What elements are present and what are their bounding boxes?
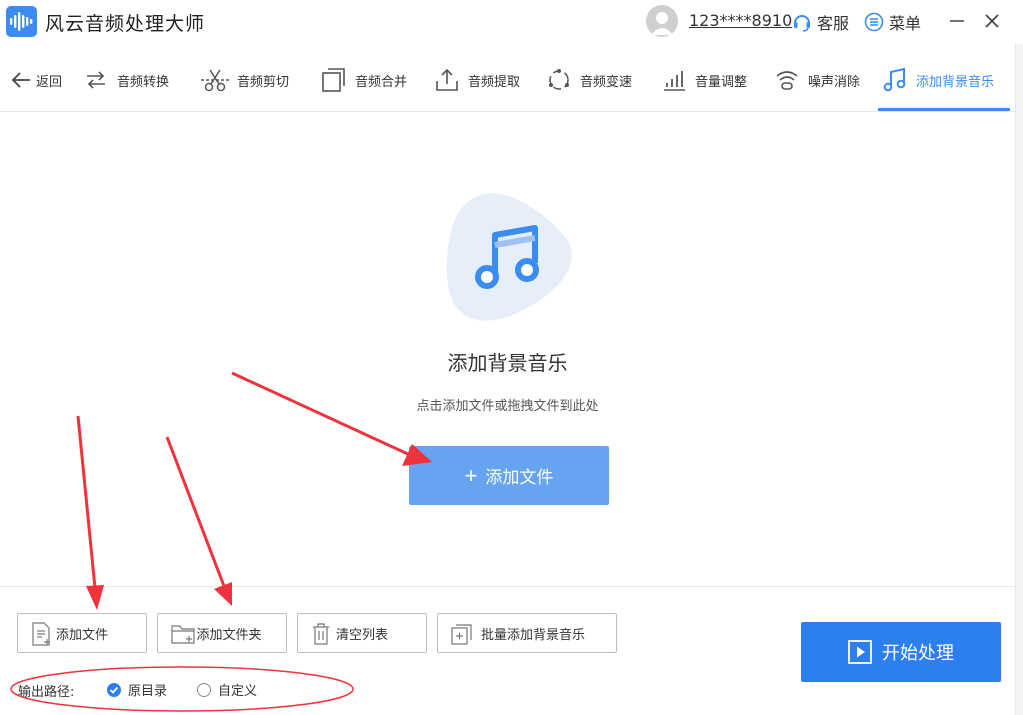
noise-wave-icon — [776, 71, 798, 90]
divider — [0, 586, 1015, 587]
nav-item-audio-extract[interactable]: 音频提取 — [434, 48, 520, 112]
volume-bars-icon — [664, 71, 685, 91]
add-file-label: 添加文件 — [55, 627, 108, 643]
radio-checked-icon — [107, 682, 121, 697]
username-link[interactable]: 123****8910 — [689, 11, 792, 30]
add-file-main-label: 添加文件 — [485, 468, 554, 487]
nav-item-audio-speed[interactable]: 音频变速 — [546, 48, 632, 112]
speed-icon — [549, 69, 569, 90]
arrow-left-icon — [11, 72, 30, 88]
merge-icon — [322, 68, 345, 92]
music-note-icon — [883, 67, 906, 92]
audio-convert-icon — [87, 71, 105, 89]
menu-icon — [864, 12, 884, 32]
start-processing-button[interactable]: 开始处理 — [801, 622, 1001, 682]
nav-item-audio-cut[interactable]: 音频剪切 — [201, 48, 289, 112]
start-processing-label: 开始处理 — [882, 643, 954, 663]
drop-area-title: 添加背景音乐 — [447, 351, 568, 375]
music-note-icon — [446, 193, 572, 321]
app-title: 风云音频处理大师 — [45, 13, 206, 35]
menu-label: 菜单 — [889, 14, 922, 33]
add-folder-button[interactable]: 添加文件夹 — [157, 613, 287, 653]
nav-label: 音频剪切 — [237, 74, 290, 90]
back-button[interactable]: 返回 — [10, 48, 62, 112]
clear-list-button[interactable]: 清空列表 — [297, 613, 427, 653]
drop-area-hint: 点击添加文件或拖拽文件到此处 — [416, 399, 599, 414]
annotation-arrow — [165, 436, 232, 606]
music-illustration — [445, 190, 575, 329]
nav-item-add-bgm[interactable]: 添加背景音乐 — [882, 48, 994, 112]
user-avatar-icon — [651, 12, 673, 35]
add-file-main-button[interactable]: + 添加文件 — [409, 446, 609, 505]
customer-service-label: 客服 — [817, 14, 850, 33]
title-bar: 风云音频处理大师 123****8910 客服 菜单 — [0, 0, 1023, 44]
minimize-button[interactable] — [945, 9, 969, 33]
clear-list-label: 清空列表 — [335, 627, 388, 643]
app-logo-icon — [6, 6, 37, 37]
app-window: 风云音频处理大师 123****8910 客服 菜单 返回 音频转换 音频剪切 … — [0, 0, 1023, 715]
output-path-label: 输出路径: — [18, 685, 75, 700]
add-file-button[interactable]: 添加文件 — [17, 613, 147, 653]
plus-icon: + — [464, 462, 478, 488]
nav-label: 音频提取 — [468, 74, 521, 90]
nav-label: 音频变速 — [580, 74, 633, 90]
menu-button[interactable]: 菜单 — [864, 10, 921, 34]
nav-item-audio-merge[interactable]: 音频合并 — [321, 48, 407, 112]
close-icon — [985, 14, 999, 28]
avatar[interactable] — [646, 5, 678, 37]
play-icon — [848, 640, 872, 664]
close-button[interactable] — [980, 9, 1004, 33]
batch-add-bgm-button[interactable]: 批量添加背景音乐 — [437, 613, 617, 653]
batch-add-bgm-label: 批量添加背景音乐 — [480, 627, 585, 643]
radio-custom-dir[interactable]: 自定义 — [197, 680, 257, 699]
nav-label: 音量调整 — [695, 74, 748, 90]
radio-original-dir[interactable]: 原目录 — [107, 680, 167, 699]
customer-service-button[interactable]: 客服 — [792, 10, 849, 34]
nav-item-noise-removal[interactable]: 噪声消除 — [774, 48, 860, 112]
radio-original-label: 原目录 — [128, 684, 168, 699]
scrollbar[interactable] — [1015, 44, 1023, 715]
back-label: 返回 — [36, 74, 63, 90]
annotation-arrow — [231, 371, 432, 466]
upload-icon — [436, 68, 458, 91]
annotation-arrow — [76, 415, 104, 610]
nav-item-volume-adjust[interactable]: 音量调整 — [661, 48, 747, 112]
nav-label: 添加背景音乐 — [916, 74, 995, 90]
radio-unchecked-icon — [197, 682, 211, 697]
add-folder-label: 添加文件夹 — [196, 627, 262, 643]
nav-label: 音频转换 — [117, 74, 170, 90]
nav-label: 音频合并 — [355, 74, 408, 90]
nav-item-audio-convert[interactable]: 音频转换 — [83, 48, 169, 112]
minimize-icon — [950, 20, 964, 22]
radio-custom-label: 自定义 — [218, 684, 258, 699]
headset-icon — [794, 15, 810, 32]
active-tab-indicator — [878, 108, 1010, 111]
nav-label: 噪声消除 — [808, 74, 861, 90]
scissors-icon — [201, 69, 229, 92]
feature-nav: 返回 音频转换 音频剪切 音频合并 音频提取 音频变速 音量调整 噪声消除 添加… — [0, 48, 1023, 112]
